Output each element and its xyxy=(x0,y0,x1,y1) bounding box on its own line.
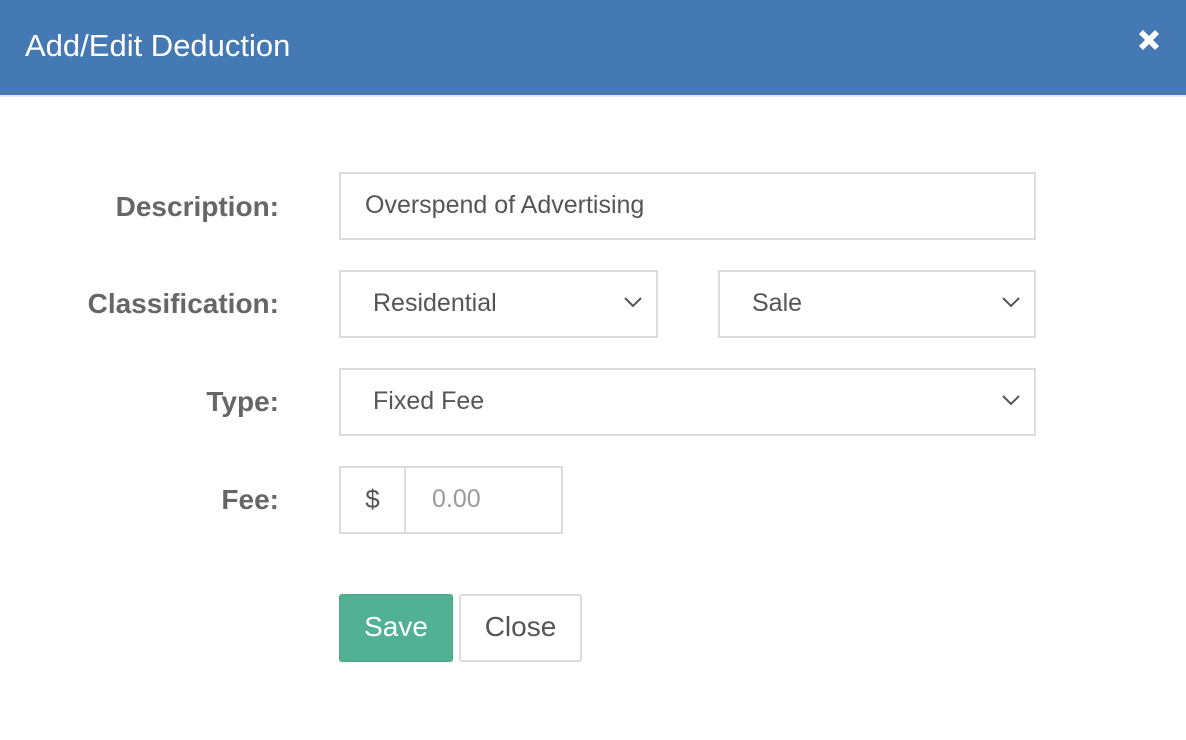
classification-transaction-value: Sale xyxy=(752,289,803,317)
add-edit-deduction-modal: Add/Edit Deduction Description: Overspen… xyxy=(0,0,1186,740)
close-button[interactable]: Close xyxy=(459,594,582,662)
type-label: Type: xyxy=(206,386,279,417)
type-value: Fixed Fee xyxy=(373,387,485,415)
classification-transaction-select[interactable]: Sale xyxy=(718,270,1036,338)
chevron-down-icon xyxy=(1002,395,1020,406)
chevron-down-icon xyxy=(1002,297,1020,308)
currency-addon: $ xyxy=(339,466,406,534)
description-value: Overspend of Advertising xyxy=(365,191,645,219)
save-button[interactable]: Save xyxy=(339,594,453,662)
modal-title: Add/Edit Deduction xyxy=(25,28,291,63)
fee-input[interactable]: 0.00 xyxy=(406,466,563,534)
chevron-down-icon xyxy=(624,297,642,308)
fee-placeholder: 0.00 xyxy=(432,485,481,513)
classification-category-value: Residential xyxy=(373,289,497,317)
type-select[interactable]: Fixed Fee xyxy=(339,368,1036,436)
modal-header: Add/Edit Deduction xyxy=(0,0,1186,97)
fee-label: Fee: xyxy=(221,484,279,515)
classification-label: Classification: xyxy=(87,288,279,319)
description-label: Description: xyxy=(115,191,279,222)
description-input[interactable]: Overspend of Advertising xyxy=(339,172,1036,240)
close-icon[interactable] xyxy=(1133,24,1165,56)
classification-category-select[interactable]: Residential xyxy=(339,270,658,338)
